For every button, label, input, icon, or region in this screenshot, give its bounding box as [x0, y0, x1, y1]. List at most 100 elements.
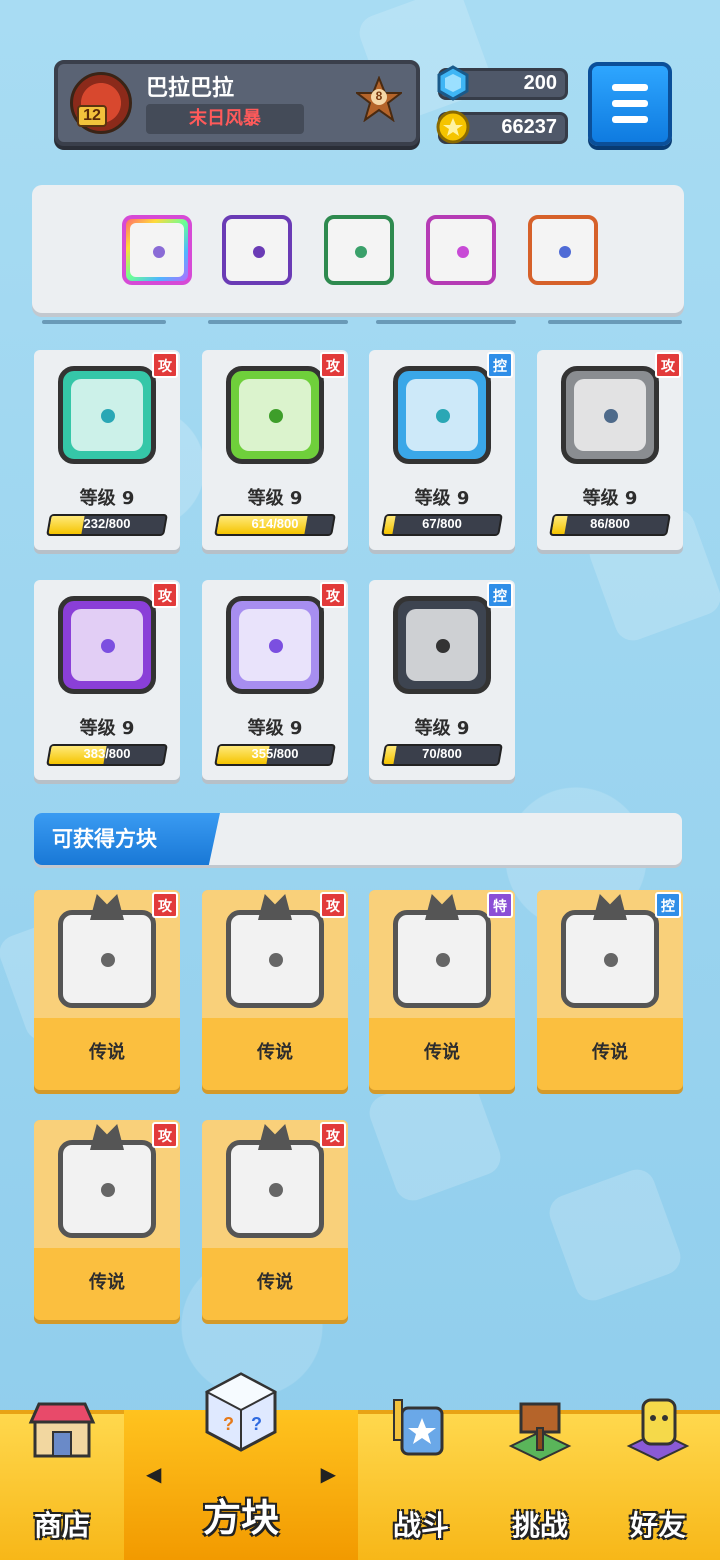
- dice-face: [561, 366, 659, 464]
- nav-prev-arrow-icon[interactable]: ◀: [146, 1462, 161, 1486]
- dice-type-tag: 攻: [320, 892, 346, 918]
- dice-progress-text: 70/800: [422, 746, 462, 761]
- dice-type-tag: 控: [487, 582, 513, 608]
- player-name: 巴拉巴拉: [146, 76, 235, 101]
- dice-card[interactable]: 攻 等级 9 355/800: [202, 580, 348, 780]
- dice-face: [58, 366, 156, 464]
- legendary-dice-card[interactable]: 攻 传说: [202, 890, 348, 1090]
- nav-next-arrow-icon[interactable]: ▶: [321, 1462, 336, 1486]
- rank-star-icon[interactable]: 8: [354, 75, 404, 123]
- dice-face: [393, 596, 491, 694]
- dice-pip: [101, 953, 115, 967]
- legendary-dice-face: [58, 1140, 156, 1238]
- dice-card[interactable]: 控 等级 9 70/800: [369, 580, 515, 780]
- dice-pip: [269, 409, 283, 423]
- legendary-dice-card[interactable]: 攻 传说: [34, 890, 180, 1090]
- dice-type-tag: 攻: [320, 352, 346, 378]
- coin-counter[interactable]: 66237: [436, 110, 568, 144]
- dice-rarity: 传说: [592, 1042, 628, 1063]
- deck-slot-purple-dragon-dice[interactable]: [222, 215, 292, 285]
- legendary-dice-face: [561, 910, 659, 1008]
- dice-pip: [604, 953, 618, 967]
- dice-type-tag: 特: [487, 892, 513, 918]
- dice-level: 等级 9: [582, 488, 638, 509]
- deck-slot-combo-dragon-dice[interactable]: [426, 215, 496, 285]
- nav-battle-label: 战斗: [392, 1509, 449, 1542]
- coin-amount: 66237: [501, 116, 557, 138]
- dice-level: 等级 9: [247, 488, 303, 509]
- player-avatar[interactable]: 12: [70, 72, 132, 134]
- dice-card[interactable]: 控 等级 9 67/800: [369, 350, 515, 550]
- dice-pip: [101, 1183, 115, 1197]
- deck-page-indicators: [42, 320, 682, 326]
- dice-pip: [269, 1183, 283, 1197]
- legendary-dice-face: [226, 910, 324, 1008]
- nav-friends[interactable]: 好友: [596, 1398, 720, 1560]
- player-title: 末日风暴: [146, 104, 304, 134]
- dice-level: 等级 9: [414, 718, 470, 739]
- dice-card[interactable]: 攻 等级 9 86/800: [537, 350, 683, 550]
- nav-battle[interactable]: 战斗: [358, 1399, 484, 1560]
- dice-card[interactable]: 攻 等级 9 383/800: [34, 580, 180, 780]
- legendary-dice-face: [393, 910, 491, 1008]
- dice-pip: [101, 409, 115, 423]
- legendary-dice-card[interactable]: 攻 传说: [34, 1120, 180, 1320]
- legendary-dice-face: [226, 1140, 324, 1238]
- dice-pip: [269, 953, 283, 967]
- menu-button[interactable]: [588, 62, 672, 146]
- nav-dice[interactable]: ?? ◀ ▶ 方块: [124, 1372, 358, 1560]
- dice-type-tag: 攻: [655, 352, 681, 378]
- dice-type-tag: 攻: [152, 892, 178, 918]
- gem-counter[interactable]: 200: [437, 65, 568, 101]
- dice-rarity: 传说: [424, 1042, 460, 1063]
- dice-card[interactable]: 攻 等级 9 232/800: [34, 350, 180, 550]
- dice-pip: [604, 409, 618, 423]
- nav-friends-label: 好友: [629, 1509, 686, 1542]
- obtainable-tab[interactable]: 可获得方块: [34, 813, 220, 865]
- dice-rarity: 传说: [89, 1272, 125, 1293]
- gem-icon: [437, 65, 469, 101]
- dice-pip: [101, 639, 115, 653]
- nav-challenge[interactable]: 挑战: [484, 1402, 596, 1560]
- dice-pip: [269, 639, 283, 653]
- dice-pip: [436, 639, 450, 653]
- dice-type-tag: 攻: [320, 1122, 346, 1148]
- nav-shop[interactable]: 商店: [0, 1402, 124, 1560]
- dice-progress-text: 67/800: [422, 516, 462, 531]
- dice-face: [226, 366, 324, 464]
- dice-face: [226, 596, 324, 694]
- dice-rarity: 传说: [257, 1272, 293, 1293]
- legendary-dice-card[interactable]: 控 传说: [537, 890, 683, 1090]
- dice-level: 等级 9: [414, 488, 470, 509]
- obtainable-section-header: 可获得方块: [34, 813, 682, 865]
- menu-icon: [612, 84, 648, 91]
- dice-type-tag: 攻: [152, 352, 178, 378]
- svg-text:?: ?: [251, 1414, 262, 1434]
- dice-type-tag: 攻: [320, 582, 346, 608]
- deck-slot-infinity-dragon-dice[interactable]: [528, 215, 598, 285]
- dice-box-icon: ??: [204, 1372, 278, 1452]
- legendary-dice-card[interactable]: 特 传说: [369, 890, 515, 1090]
- dice-progress-text: 383/800: [83, 746, 131, 761]
- nav-dice-label: 方块: [202, 1496, 279, 1540]
- dice-level: 等级 9: [79, 718, 135, 739]
- friends-icon: [626, 1398, 690, 1462]
- legendary-dice-face: [58, 910, 156, 1008]
- dice-progress-text: 614/800: [251, 516, 299, 531]
- dice-type-tag: 控: [487, 352, 513, 378]
- legendary-dice-card[interactable]: 攻 传说: [202, 1120, 348, 1320]
- dice-type-tag: 控: [655, 892, 681, 918]
- deck-slot-rainbow-dice[interactable]: [122, 215, 192, 285]
- nav-challenge-label: 挑战: [511, 1509, 568, 1542]
- battle-icon: [393, 1399, 444, 1456]
- bottom-navigation: 商店 ?? ◀ ▶ 方块 战斗 挑战 好友: [0, 1372, 720, 1560]
- coin-icon: [436, 110, 470, 144]
- deck-slot-green-dragon-dice[interactable]: [324, 215, 394, 285]
- nav-shop-label: 商店: [33, 1509, 90, 1542]
- dice-pip: [436, 953, 450, 967]
- dice-level: 等级 9: [79, 488, 135, 509]
- player-profile[interactable]: 12 巴拉巴拉 末日风暴 8: [54, 60, 420, 146]
- dice-card[interactable]: 攻 等级 9 614/800: [202, 350, 348, 550]
- dice-progress-text: 86/800: [590, 516, 630, 531]
- dice-face: [393, 366, 491, 464]
